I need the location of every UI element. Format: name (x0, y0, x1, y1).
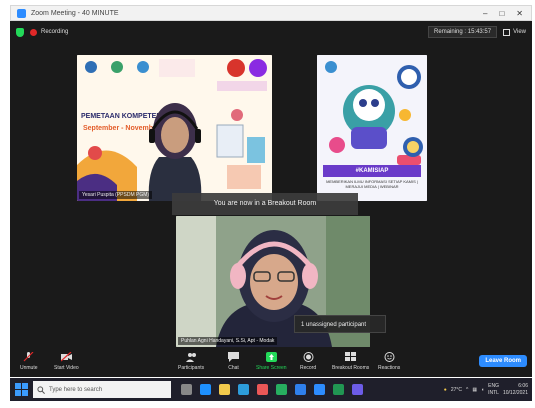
chat-label: Chat (228, 365, 239, 371)
meeting-area: Recording Remaining : 15:43:57 View PEME… (10, 21, 532, 347)
windows-start-icon[interactable] (15, 383, 28, 396)
app-icon[interactable] (352, 384, 363, 395)
maximize-icon[interactable]: □ (499, 9, 504, 18)
taskbar-clock[interactable]: 6:06 10/12/2021 (503, 383, 528, 397)
clock-date: 10/12/2021 (502, 389, 528, 396)
record-icon (303, 352, 314, 362)
green-app-icon[interactable] (333, 384, 344, 395)
word-icon[interactable] (295, 384, 306, 395)
unmute-button[interactable]: Unmute (20, 352, 38, 371)
share-screen-button[interactable]: Share Screen (256, 352, 287, 371)
temperature[interactable]: 27°C (451, 387, 462, 393)
store-icon[interactable] (238, 384, 249, 395)
network-icon[interactable]: ▦ (472, 387, 477, 393)
start-video-button[interactable]: Start Video (54, 352, 79, 371)
participant-name: Puhlan Agni Handayani, S.Si, Apt - Modak (178, 337, 278, 345)
participant-name: Yesari Puspita (PPSDM PGM) (79, 191, 153, 199)
share-screen-icon (265, 352, 277, 362)
video-off-icon (60, 352, 72, 362)
unmute-label: Unmute (20, 365, 38, 371)
view-button[interactable]: View (503, 28, 526, 36)
video-tile-presenter[interactable]: PEMETAAN KOMPETENSI ... PFM September - … (77, 55, 272, 201)
view-label: View (513, 29, 526, 35)
window-titlebar: Zoom Meeting - 40 MINUTE – □ ✕ (10, 5, 532, 21)
participants-button[interactable]: Participants (178, 352, 204, 371)
language-code: ENG (488, 382, 499, 389)
keyboard-layout: INTL (488, 389, 499, 396)
breakout-rooms-label: Breakout Rooms (332, 365, 370, 371)
security-shield-icon[interactable] (16, 27, 24, 37)
presenter-video (148, 103, 202, 201)
breakout-rooms-icon (345, 352, 357, 361)
record-label: Record (300, 365, 317, 371)
start-video-label: Start Video (54, 365, 79, 371)
zoom-app-icon[interactable] (314, 384, 325, 395)
windows-taskbar: Type here to search ● 27°C ^ ▦ ◖ ENG INT… (10, 378, 532, 401)
poster-hashtag: #KAMISIAP (323, 165, 421, 177)
meeting-controls-bar: Unmute Start Video Participants Chat Sha… (10, 347, 532, 377)
search-placeholder: Type here to search (49, 386, 103, 393)
recording-label[interactable]: Recording (41, 29, 68, 35)
excel-icon[interactable] (276, 384, 287, 395)
grid-view-icon (503, 28, 511, 36)
participants-icon (185, 353, 196, 362)
window-controls: – □ ✕ (483, 9, 531, 18)
recording-dot-icon (30, 28, 37, 36)
chat-button[interactable]: Chat (228, 352, 239, 371)
breakout-rooms-button[interactable]: Breakout Rooms (332, 352, 369, 371)
muted-microphone-icon (23, 352, 34, 362)
leave-room-button[interactable]: Leave Room (479, 355, 527, 367)
window-title: Zoom Meeting - 40 MINUTE (31, 9, 119, 17)
video-tile-poster[interactable]: #KAMISIAP MEMBERIKAN ILMU INFORMASI SETI… (317, 55, 427, 201)
file-explorer-icon[interactable] (219, 384, 230, 395)
breakout-room-banner: You are now in a Breakout Room (172, 193, 358, 215)
pinned-apps (181, 384, 363, 395)
system-tray: ● 27°C ^ ▦ ◖ ENG INTL 6:06 10/12/2021 (444, 383, 532, 397)
share-screen-label: Share Screen (256, 365, 287, 371)
zoom-logo-icon (17, 8, 26, 18)
task-view-icon[interactable] (181, 384, 192, 395)
chat-icon (228, 352, 239, 362)
tray-arrow-icon[interactable]: ^ (466, 387, 468, 393)
search-icon (37, 385, 45, 394)
weather-icon[interactable]: ● (444, 387, 447, 393)
chrome-icon[interactable] (257, 384, 268, 395)
unassigned-participant-popup[interactable]: 1 unassigned participant (294, 315, 386, 333)
clock-time: 6:06 (518, 382, 528, 389)
participants-label: Participants (178, 365, 205, 371)
language-indicator[interactable]: ENG INTL (488, 383, 499, 397)
volume-icon[interactable]: ◖ (481, 387, 484, 393)
meeting-topbar: Recording Remaining : 15:43:57 View (10, 21, 532, 43)
reactions-icon (384, 352, 395, 362)
remaining-timer: Remaining : 15:43:57 (428, 26, 498, 38)
poster-subtitle: MEMBERIKAN ILMU INFORMASI SETIAP KAMIS |… (326, 179, 418, 189)
close-icon[interactable]: ✕ (516, 9, 523, 18)
minimize-icon[interactable]: – (483, 9, 487, 18)
taskbar-search-box[interactable]: Type here to search (33, 381, 171, 398)
reactions-label: Reactions (378, 365, 401, 371)
record-button[interactable]: Record (300, 352, 316, 371)
edge-browser-icon[interactable] (200, 384, 211, 395)
reactions-button[interactable]: Reactions (378, 352, 400, 371)
